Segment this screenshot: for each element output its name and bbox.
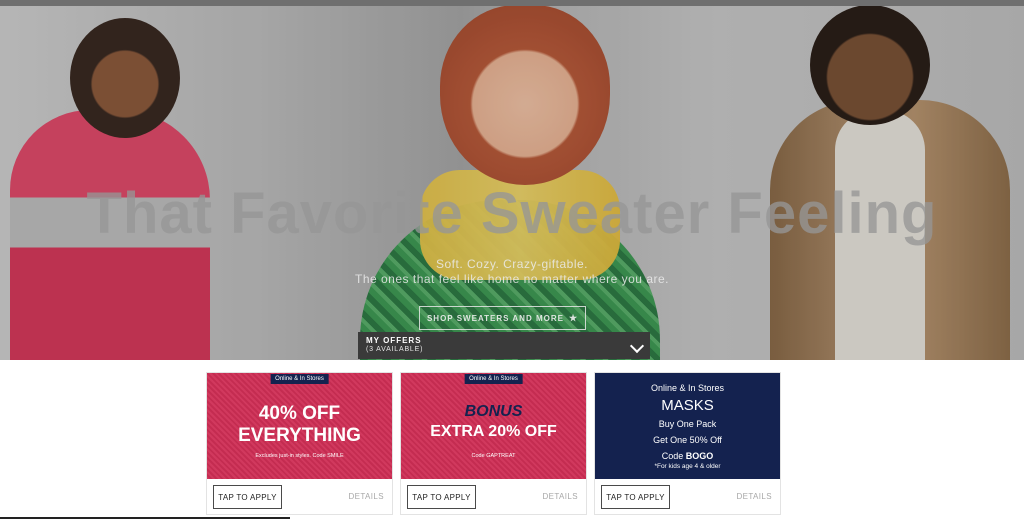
tap-to-apply-button[interactable]: TAP TO APPLY [601,485,670,509]
offer-card-banner: Online & In Stores BONUS EXTRA 20% OFF C… [401,373,586,479]
offer-headline-3: Get One 50% Off [653,435,722,445]
shop-sweaters-button[interactable]: SHOP SWEATERS AND MORE ★ [419,306,586,330]
offer-headline-2: Buy One Pack [658,419,717,429]
offer-card-masks: Online & In Stores MASKS Buy One Pack Ge… [594,372,781,515]
offer-code: Code BOGO [595,451,780,461]
offer-code-prefix: Code [661,451,686,461]
tap-to-apply-button[interactable]: TAP TO APPLY [407,485,476,509]
offer-headline-2: EVERYTHING [238,425,361,446]
offer-card-banner: Online & In Stores 40% OFF EVERYTHING Ex… [207,373,392,479]
offer-headline-2: EXTRA 20% OFF [430,423,557,440]
offer-badge: Online & In Stores [270,374,329,384]
shop-sweaters-label: SHOP SWEATERS AND MORE [426,313,564,323]
details-link[interactable]: DETAILS [542,492,578,501]
hero-headline: That Favorite Sweater Feeling [86,181,938,246]
offer-note: *For kids age 4 & older [654,463,721,470]
details-link[interactable]: DETAILS [736,492,772,501]
offer-card-actions: TAP TO APPLY DETAILS [207,479,392,515]
offer-card-banner: Online & In Stores MASKS Buy One Pack Ge… [595,373,780,479]
details-link[interactable]: DETAILS [348,492,384,501]
offer-headline-1: 40% OFF [258,403,341,424]
offer-badge: Online & In Stores [464,374,523,384]
offer-card-40-off: Online & In Stores 40% OFF EVERYTHING Ex… [206,372,393,515]
tap-to-apply-button[interactable]: TAP TO APPLY [213,485,282,509]
hero-subline-2: The ones that feel like home no matter w… [355,272,669,286]
offer-card-actions: TAP TO APPLY DETAILS [401,479,586,515]
offer-note: Code GAPTREAT [471,453,516,459]
offer-headline-1: BONUS [464,403,523,420]
top-bar [0,0,1024,6]
offer-headline-1: MASKS [661,397,714,414]
offer-card-actions: TAP TO APPLY DETAILS [595,479,780,515]
hero-banner[interactable]: That Favorite Sweater Feeling Soft. Cozy… [0,0,1024,360]
offer-badge: Online & In Stores [650,383,725,393]
offer-code-value: BOGO [685,451,714,461]
star-icon: ★ [568,312,579,323]
my-offers-toggle[interactable]: MY OFFERS (3 AVAILABLE) [358,332,650,359]
hero-subline-1: Soft. Cozy. Crazy-giftable. [436,257,588,271]
offer-note: Excludes just-in styles. Code SMILE [255,453,344,459]
my-offers-title: MY OFFERS [366,336,422,345]
my-offers-count: (3 AVAILABLE) [366,346,424,353]
offer-card-bonus: Online & In Stores BONUS EXTRA 20% OFF C… [400,372,587,515]
